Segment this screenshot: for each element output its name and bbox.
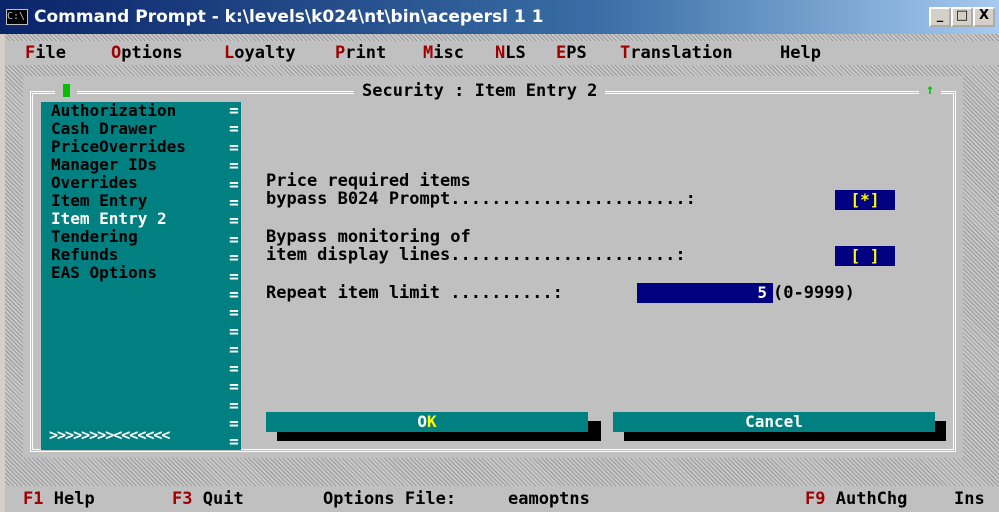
ok-button-label: O (417, 412, 427, 431)
menu-misc-label: isc (433, 43, 464, 63)
command-prompt-icon-label: C:\ (7, 11, 26, 22)
menu-nls-hotkey: N (495, 43, 506, 63)
bypass-monitoring-checkbox[interactable]: [ ] (835, 246, 895, 266)
f3-key: F3 (172, 489, 193, 509)
menu-options[interactable]: Options (111, 41, 183, 65)
status-f9-authchg[interactable]: F9 AuthChg (805, 486, 907, 512)
insert-mode-indicator: Ins (954, 489, 985, 509)
sidebar-item-item-entry-2[interactable]: Item Entry 2 (51, 210, 227, 228)
sidebar-item-manager-ids[interactable]: Manager IDs (51, 156, 227, 174)
menu-misc[interactable]: Misc (423, 41, 464, 65)
options-file-value: eamoptns (508, 489, 590, 509)
f1-label: Help (53, 489, 95, 509)
f9-key: F9 (805, 489, 826, 509)
cancel-button[interactable]: Cancel (613, 412, 935, 432)
menu-loyalty-hotkey: L (224, 43, 235, 63)
console-area: File Options Loyalty Print Misc NLS EPS … (5, 34, 999, 512)
command-prompt-icon[interactable]: C:\ (6, 9, 28, 25)
sidebar-item-tendering[interactable]: Tendering (51, 228, 227, 246)
menu-misc-hotkey: M (423, 43, 434, 63)
repeat-item-limit-label: Repeat item limit ..........: (266, 283, 563, 303)
window-title: Command Prompt - k:\levels\k024\nt\bin\a… (34, 7, 544, 27)
menu-options-label: ptions (121, 43, 183, 63)
sidebar-scroll-indicator[interactable]: >>>>>>>><<<<<<< (49, 426, 170, 444)
menu-eps-hotkey: E (556, 43, 567, 63)
sidebar-item-eas-options[interactable]: EAS Options (51, 264, 227, 282)
menu-eps-label: PS (566, 43, 587, 63)
minimize-button[interactable]: _ (929, 7, 951, 27)
f3-label: Quit (202, 489, 244, 509)
price-required-label-2: bypass B024 Prompt......................… (266, 189, 696, 209)
dialog-title: Security : Item Entry 2 (354, 80, 606, 102)
status-bar: F1 Help F3 Quit Options File: eamoptns F… (5, 486, 999, 512)
menu-options-hotkey: O (111, 43, 122, 63)
menu-print-label: rint (345, 43, 387, 63)
menu-loyalty-label: oyalty (234, 43, 296, 63)
maximize-arrow-icon[interactable]: ↑ (919, 81, 941, 99)
menu-print[interactable]: Print (335, 41, 386, 65)
options-file-label: Options File: (323, 489, 457, 509)
menu-translation[interactable]: Translation (620, 41, 733, 65)
menu-bar: File Options Loyalty Print Misc NLS EPS … (5, 41, 999, 65)
sidebar-item-refunds[interactable]: Refunds (51, 246, 227, 264)
menu-translation-label: ranslation (630, 43, 733, 63)
sidebar-menu: Authorization Cash Drawer PriceOverrides… (41, 102, 237, 450)
f9-label: AuthChg (835, 489, 908, 509)
close-button[interactable]: X (973, 7, 995, 27)
f1-key: F1 (23, 489, 44, 509)
security-dialog: ↑ Security : Item Entry 2 Authorization … (23, 76, 963, 458)
window-title-bar[interactable]: C:\ Command Prompt - k:\levels\k024\nt\b… (0, 0, 999, 34)
status-f1-help[interactable]: F1 Help (23, 486, 95, 512)
bypass-monitoring-label-2: item display lines......................… (266, 245, 686, 265)
menu-print-hotkey: P (335, 43, 346, 63)
menu-nls-label: LS (505, 43, 526, 63)
menu-file[interactable]: File (25, 41, 66, 65)
sidebar-item-price-overrides[interactable]: PriceOverrides (51, 138, 227, 156)
menu-nls[interactable]: NLS (495, 41, 526, 65)
menu-file-hotkey: F (25, 43, 36, 63)
sidebar-item-authorization[interactable]: Authorization (51, 102, 227, 120)
menu-help[interactable]: Help (780, 41, 821, 65)
menu-loyalty[interactable]: Loyalty (224, 41, 296, 65)
menu-eps[interactable]: EPS (556, 41, 587, 65)
ok-button-hotkey: K (427, 412, 437, 431)
repeat-item-limit-input[interactable]: 5 (637, 283, 773, 303)
repeat-item-limit-range: (0-9999) (773, 283, 855, 303)
close-box-icon[interactable] (55, 81, 77, 99)
sidebar-item-cash-drawer[interactable]: Cash Drawer (51, 120, 227, 138)
sidebar-item-item-entry[interactable]: Item Entry (51, 192, 227, 210)
sidebar-scrollbar[interactable]: = = = = = = = = = = = = = = = = = = = (227, 101, 241, 451)
status-f3-quit[interactable]: F3 Quit (172, 486, 244, 512)
ok-button[interactable]: OK (266, 412, 588, 432)
price-required-checkbox[interactable]: [*] (835, 190, 895, 210)
maximize-button[interactable]: □ (951, 7, 973, 27)
menu-file-label: ile (35, 43, 66, 63)
menu-translation-hotkey: T (620, 43, 631, 63)
menu-help-label: Help (780, 43, 821, 63)
sidebar-item-overrides[interactable]: Overrides (51, 174, 227, 192)
